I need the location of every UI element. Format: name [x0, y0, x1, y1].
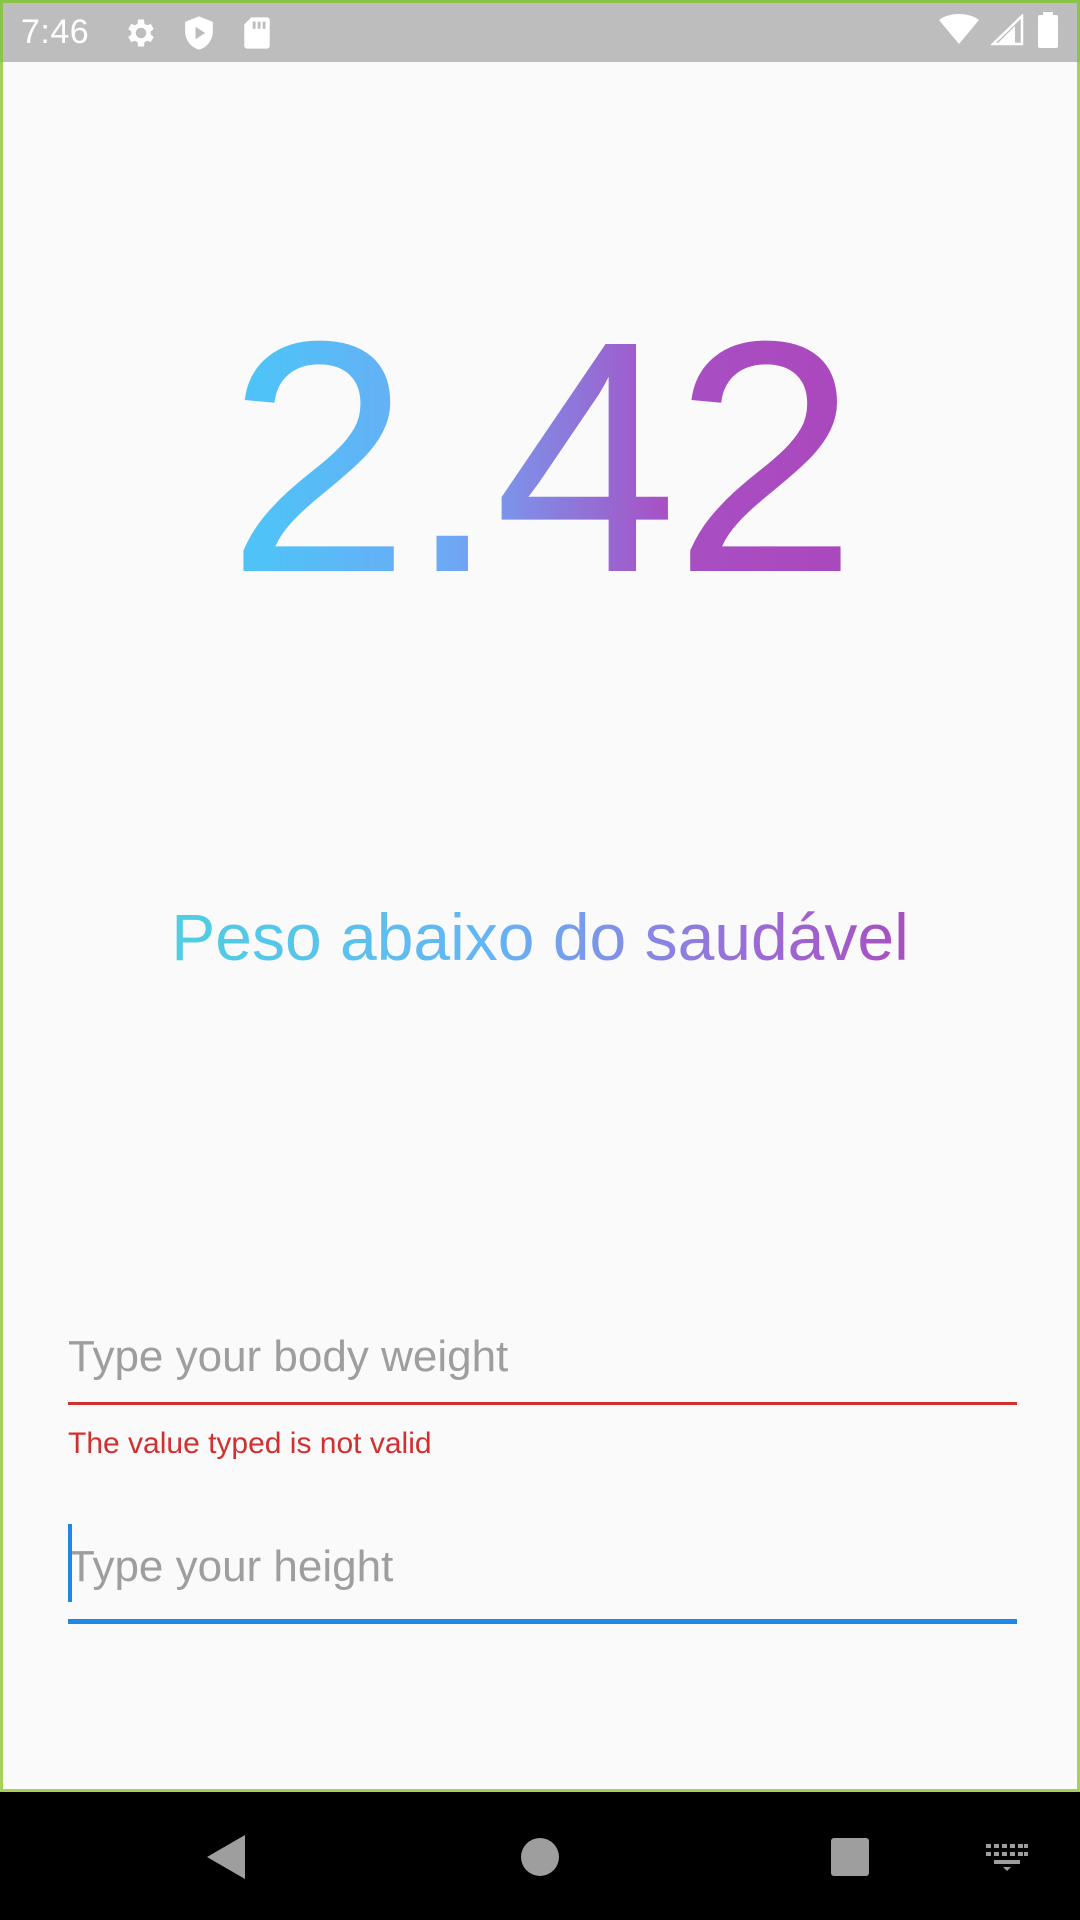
- weight-error-text: The value typed is not valid: [68, 1427, 432, 1460]
- battery-icon: [1037, 12, 1059, 53]
- height-field: [68, 1522, 1017, 1624]
- settings-icon: [119, 11, 163, 55]
- weight-underline: [68, 1402, 1017, 1405]
- height-input[interactable]: [68, 1522, 1017, 1612]
- bmi-classification-label: Peso abaixo do saudável: [3, 897, 1077, 977]
- sd-card-icon: [235, 11, 279, 55]
- device-screen: 7:46 2.42 Peso abaixo do saudável Type y…: [0, 0, 1080, 1920]
- wifi-icon: [939, 14, 979, 51]
- status-time: 7:46: [21, 13, 90, 51]
- weight-input[interactable]: [68, 1312, 1017, 1402]
- back-icon[interactable]: [190, 1822, 260, 1892]
- status-right-icons: [939, 12, 1059, 53]
- signal-icon: [989, 13, 1025, 51]
- shield-play-icon: [177, 11, 221, 55]
- recents-icon[interactable]: [815, 1822, 885, 1892]
- app-content: 2.42 Peso abaixo do saudável The value t…: [0, 62, 1080, 1792]
- home-icon[interactable]: [505, 1822, 575, 1892]
- height-underline: [68, 1619, 1017, 1624]
- keyboard-icon[interactable]: [972, 1822, 1042, 1892]
- status-bar: 7:46: [0, 0, 1080, 62]
- navigation-bar: [0, 1792, 1080, 1920]
- bmi-result-value: 2.42: [3, 292, 1077, 622]
- text-cursor: [68, 1524, 72, 1602]
- weight-field: The value typed is not valid: [68, 1312, 1017, 1461]
